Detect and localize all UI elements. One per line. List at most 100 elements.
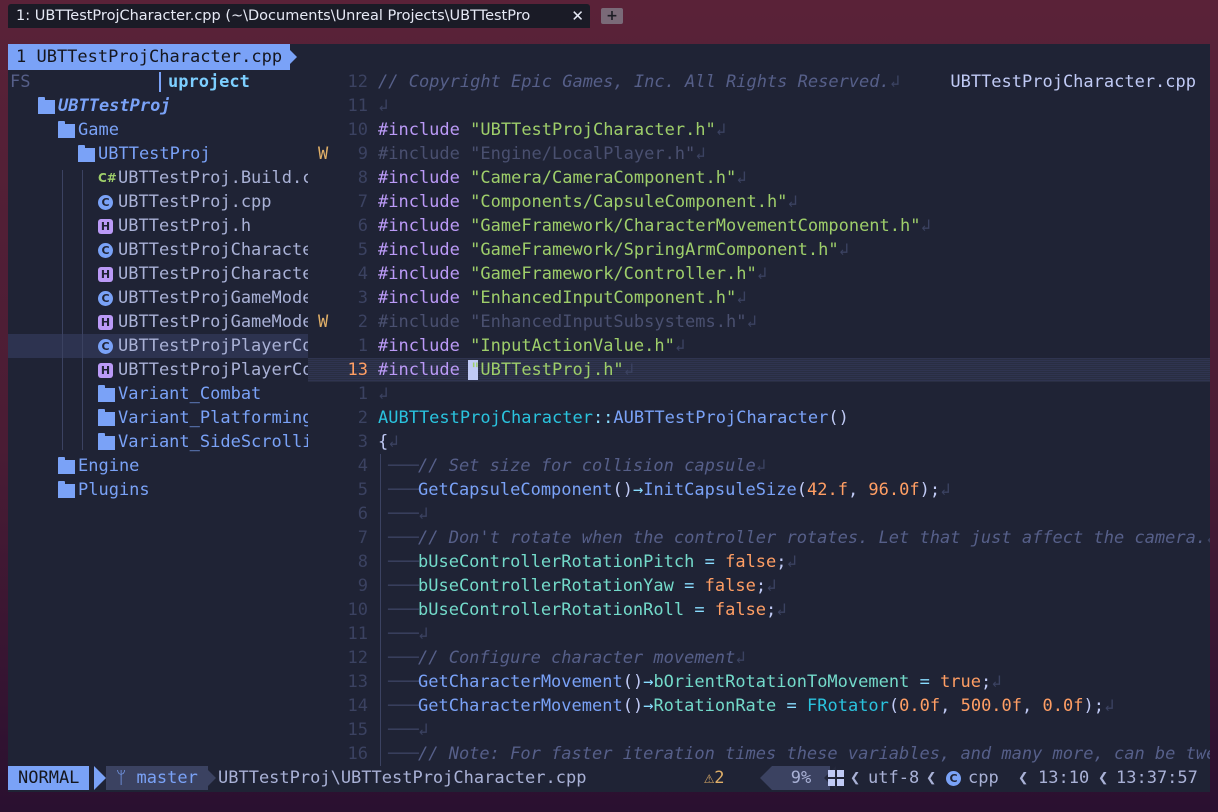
code-text: GetCapsuleComponent()→InitCapsuleSize(42… [418,480,951,500]
file-title: UBTTestProjCharacter.cpp [940,70,1196,94]
code-line[interactable]: 4 ───// Set size for collision capsule↲ [308,454,1210,478]
code-line[interactable]: 15 ─── ↲ [308,718,1210,742]
code-line[interactable]: 3 {↲ [308,430,1210,454]
mode-indicator: NORMAL [8,766,90,790]
tree-item[interactable]: H UBTTestProjGameMode [8,310,308,334]
line-number: 3 [357,288,368,308]
line-number: 12 [347,648,368,668]
line-number: 6 [357,504,368,524]
code-text: ↲ [418,720,429,740]
tree-item[interactable]: H UBTTestProjPlayerCo [8,358,308,382]
code-line[interactable]: 11 ↲ [308,94,1210,118]
indent-marker: ─── [388,456,419,476]
warning-count[interactable]: ⚠2 [704,766,725,790]
tree-item[interactable]: Variant_SideScrolli [8,430,308,454]
indent-marker: ─── [388,744,419,764]
tree-item[interactable]: H UBTTestProjCharacte [8,262,308,286]
code-text: #include "Engine/LocalPlayer.h"↲ [378,144,706,164]
tree-item[interactable]: C# UBTTestProj.Build.c [8,166,308,190]
tree-item[interactable]: C UBTTestProjCharacte [8,238,308,262]
mode-separator [94,766,106,790]
tree-item[interactable]: H UBTTestProj.h [8,214,308,238]
code-text: GetCharacterMovement()→RotationRate = FR… [418,696,1115,716]
code-text: bUseControllerRotationRoll = false;↲ [418,600,787,620]
tree-item[interactable]: C UBTTestProjPlayerCo [8,334,308,358]
tree-item-label: Engine [78,456,140,476]
line-number: 2 [357,312,368,332]
code-text: {↲ [378,432,399,452]
window-tab[interactable]: 1: UBTTestProjCharacter.cpp (~\Documents… [8,4,590,28]
status-separator [760,766,772,790]
code-text: ↲ [418,624,429,644]
tree-item[interactable]: C UBTTestProjGameMode [8,286,308,310]
code-line[interactable]: 5 #include "GameFramework/SpringArmCompon… [308,238,1210,262]
tree-item[interactable]: Plugins [8,478,308,502]
line-number: 8 [357,168,368,188]
indent-guide [380,526,381,550]
line-number: 7 [357,192,368,212]
line-number: 13 [347,672,368,692]
git-branch[interactable]: ᛘ master [106,766,208,790]
status-line: NORMAL ᛘ master UBTTestProj\UBTTestProjC… [8,766,1210,790]
code-line[interactable]: 7 #include "Components/CapsuleComponent.h… [308,190,1210,214]
code-line[interactable]: 10 ─── bUseControllerRotationRoll = false;… [308,598,1210,622]
close-icon[interactable]: ✕ [571,4,584,28]
tree-item-label: Game [78,120,119,140]
tree-item[interactable]: Variant_Platforming [8,406,308,430]
code-line[interactable]: 4 #include "GameFramework/Controller.h"↲ [308,262,1210,286]
tree-item-label: UBTTestProjGameMode [118,312,308,332]
indent-guide [380,622,381,646]
file-type: cpp [968,768,999,788]
line-number: 5 [357,240,368,260]
code-line[interactable]: 14 ─── GetCharacterMovement()→RotationRate… [308,694,1210,718]
code-line[interactable]: 9 ─── bUseControllerRotationYaw = false;↲ [308,574,1210,598]
tree-item-label: Variant_SideScrolli [118,432,308,452]
new-tab-button[interactable]: + [601,8,623,24]
code-line[interactable]: 7 ───// Don't rotate when the controller … [308,526,1210,550]
file-encoding: utf-8 [868,768,920,788]
tree-item[interactable]: C UBTTestProj.cpp [8,190,308,214]
line-number: 13 [347,360,368,380]
tree-item[interactable]: UBTTestProj [8,142,308,166]
code-line[interactable]: 2 AUBTTestProjCharacter::AUBTTestProjChar… [308,406,1210,430]
code-line[interactable]: 3 #include "EnhancedInputComponent.h"↲ [308,286,1210,310]
code-line[interactable]: 16 ───// Note: For faster iteration times… [308,742,1210,766]
code-line[interactable]: 8 #include "Camera/CameraComponent.h"↲ [308,166,1210,190]
tree-item-label: UBTTestProj [58,96,171,116]
code-line[interactable]: 6 ─── ↲ [308,502,1210,526]
code-line[interactable]: 8 ─── bUseControllerRotationPitch = false;… [308,550,1210,574]
code-text: // Set size for collision capsule↲ [418,456,767,476]
clock: 13:37:57 [1116,768,1198,788]
tree-item[interactable]: Game [8,118,308,142]
buffer-tab[interactable]: 1 UBTTestProjCharacter.cpp [8,44,291,70]
code-text: ↲ [418,504,429,524]
indent-marker: ─── [388,504,419,524]
code-line[interactable]: 13 ─── GetCharacterMovement()→bOrientRotat… [308,670,1210,694]
tree-item[interactable]: Variant_Combat [8,382,308,406]
code-line[interactable]: 10 #include "UBTTestProjCharacter.h"↲ [308,118,1210,142]
window-tab-bar: 1: UBTTestProjCharacter.cpp (~\Documents… [0,0,1218,32]
code-line[interactable]: W 2 #include "EnhancedInputSubsystems.h"↲ [308,310,1210,334]
indent-marker: ─── [388,696,419,716]
code-line[interactable]: 12 ───// Configure character movement↲ [308,646,1210,670]
code-line[interactable]: 13 #include "UBTTestProj.h"↲ [308,358,1210,382]
tree-item[interactable]: UBTTestProj [8,94,308,118]
tree-item[interactable]: Engine [8,454,308,478]
line-number: 10 [347,600,368,620]
code-area[interactable]: 12// Copyright Epic Games, Inc. All Righ… [308,70,1210,766]
code-text: #include "GameFramework/CharacterMovemen… [378,216,931,236]
code-line[interactable]: 1 #include "InputActionValue.h"↲ [308,334,1210,358]
header-icon: H [98,315,113,330]
header-icon: H [98,219,113,234]
code-line[interactable]: W 9 #include "Engine/LocalPlayer.h"↲ [308,142,1210,166]
status-separator: ❮ [926,768,937,788]
tree-item-label: UBTTestProj.cpp [118,192,272,212]
code-line[interactable]: 11 ─── ↲ [308,622,1210,646]
code-line[interactable]: 5 ─── GetCapsuleComponent()→InitCapsuleSiz… [308,478,1210,502]
file-tree: FS uproject UBTTestProj Game UBTTestProj C#… [8,70,308,766]
code-line[interactable]: 1 ↲ [308,382,1210,406]
file-path: UBTTestProj\UBTTestProjCharacter.cpp [218,768,587,788]
code-line[interactable]: 6 #include "GameFramework/CharacterMoveme… [308,214,1210,238]
line-number: 14 [347,696,368,716]
code-text: // Configure character movement↲ [418,648,746,668]
